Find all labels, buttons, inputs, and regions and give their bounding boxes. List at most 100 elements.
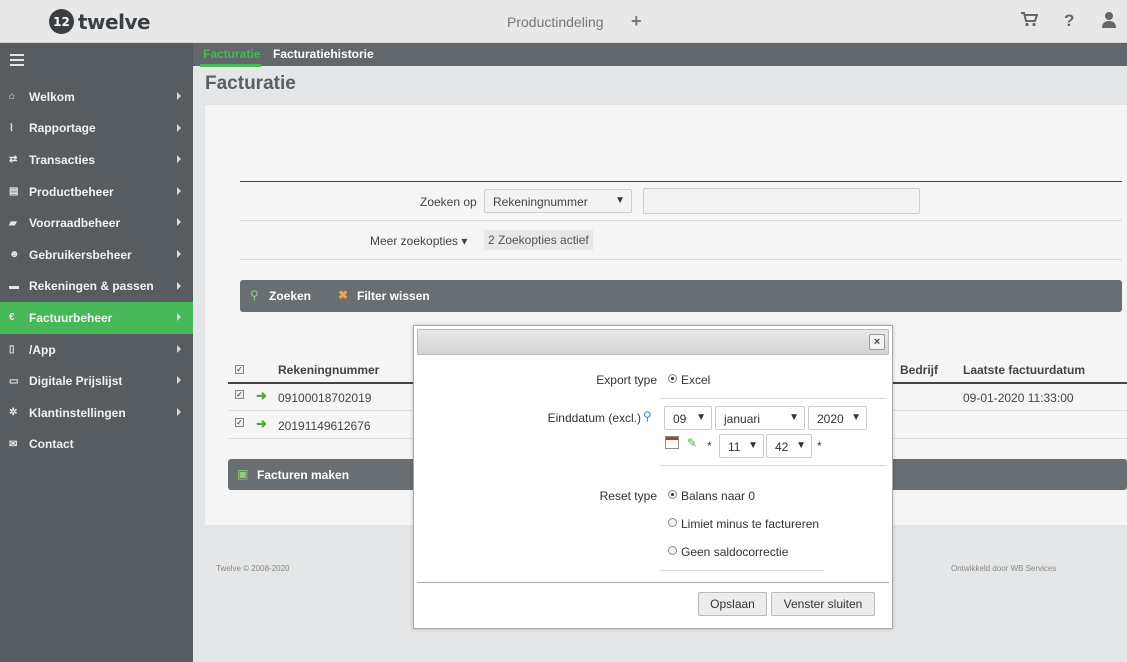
sidebar-item-voorraadbeheer[interactable]: ▰ Voorraadbeheer [0,207,193,239]
divider [660,570,824,571]
edit-icon[interactable]: ✎ [687,436,697,450]
sidebar-item-contact[interactable]: ✉ Contact [0,429,193,461]
chevron-down-icon: ▼ [796,440,806,451]
chevron-right-icon [177,376,181,385]
chevron-down-icon: ▼ [696,412,706,423]
chevron-down-icon: ▼ [789,412,799,423]
sidebar-item-factuurbeheer[interactable]: € Factuurbeheer [0,302,193,334]
sidebar-item-digitale-prijslijst[interactable]: ▭ Digitale Prijslijst [0,365,193,397]
truck-icon: ▰ [9,217,17,229]
column-header-last-invoice[interactable]: Laatste factuurdatum [963,363,1085,377]
search-field-value: Rekeningnummer [493,195,588,209]
active-filters-badge: 2 Zoekopties actief [484,230,593,250]
close-dialog-button[interactable]: Venster sluiten [771,592,875,616]
sidebar-item-label: Rapportage [29,121,96,136]
sidebar-item-label: Factuurbeheer [29,310,113,325]
save-button[interactable]: Opslaan [698,592,767,616]
select-all-checkbox[interactable]: ✓ [235,365,244,374]
search-input[interactable] [643,188,920,214]
page-title: Facturatie [205,73,296,94]
table-cell-account: 09100018702019 [278,391,372,405]
sidebar-item-label: Voorraadbeheer [29,216,121,231]
row-checkbox[interactable]: ✓ [235,418,244,427]
row-checkbox[interactable]: ✓ [235,390,244,399]
sidebar-item-welkom[interactable]: ⌂ Welkom [0,81,193,113]
end-date-label: Einddatum (excl.) [547,411,641,425]
reset-balance-radio[interactable] [668,490,677,499]
dialog-titlebar[interactable]: × [417,329,889,355]
sidebar-item-klantinstellingen[interactable]: ✲ Klantinstellingen [0,397,193,429]
reset-option-label: Balans naar 0 [681,489,756,503]
search-action-bar: ⚲ Zoeken ✖ Filter wissen [240,280,1122,312]
footer-credit[interactable]: Ontwikkeld door WB Services [951,564,1056,573]
sidebar-item-productbeheer[interactable]: ▤ Productbeheer [0,176,193,208]
active-tab-indicator [200,64,261,67]
add-icon[interactable]: + [631,11,642,32]
help-icon[interactable]: ? [1064,11,1074,31]
user-icon[interactable] [1101,11,1117,33]
sidebar-item-rekeningen[interactable]: ▬ Rekeningen & passen [0,271,193,303]
chevron-right-icon [177,218,181,227]
sidebar-item-transacties[interactable]: ⇄ Transacties [0,144,193,176]
top-title[interactable]: Productindeling [507,14,604,30]
clear-filter-button[interactable]: Filter wissen [357,289,430,303]
reset-limit-radio[interactable] [668,518,677,527]
hour-value: 11 [728,440,741,454]
table-cell-last-invoice: 09-01-2020 11:33:00 [963,391,1074,405]
search-by-label: Zoeken op [420,195,477,209]
required-mark: * [817,439,822,453]
cogs-icon: ✲ [9,407,18,419]
menu-icon[interactable] [10,54,24,69]
sidebar-item-app[interactable]: ▯ /App [0,334,193,366]
column-header-account[interactable]: Rekeningnummer [278,363,379,377]
info-icon[interactable]: ⚲ [643,409,652,423]
sidebar-item-label: Rekeningen & passen [29,279,154,294]
search-button[interactable]: Zoeken [269,289,311,303]
tab-facturatiehistorie[interactable]: Facturatiehistorie [273,47,374,61]
day-select[interactable]: 09 ▼ [664,406,712,430]
tablet-icon: ▯ [9,344,15,356]
sidebar-item-gebruikersbeheer[interactable]: ☻ Gebruikersbeheer [0,239,193,271]
cart-icon[interactable] [1020,11,1039,32]
sidebar: ⌂ Welkom ⌇ Rapportage ⇄ Transacties ▤ Produc… [0,43,193,662]
arrow-right-icon[interactable]: ➜ [256,388,267,404]
reset-option-label: Limiet minus te factureren [681,517,820,531]
sidebar-item-label: Transacties [29,152,96,167]
sidebar-item-label: /App [29,342,56,357]
table-cell-account: 20191149612676 [278,419,371,433]
search-field-select[interactable]: Rekeningnummer ▼ [484,189,632,213]
chevron-down-icon: ▼ [615,195,625,206]
minute-select[interactable]: 42 ▼ [766,434,812,458]
reset-none-radio[interactable] [668,546,677,555]
arrow-right-icon[interactable]: ➜ [256,416,267,432]
sidebar-item-label: Contact [29,437,74,452]
top-bar: 12 twelve Productindeling + ? [0,0,1127,43]
chart-icon: ⌇ [9,122,14,134]
export-excel-label: Excel [681,373,711,387]
sub-tabs: Facturatie Facturatiehistorie [193,43,1127,66]
chevron-down-icon: ▼ [851,412,861,423]
export-dialog: × Export type Excel Einddatum (excl.) ⚲ … [413,325,893,629]
column-header-company[interactable]: Bedrijf [900,363,938,377]
make-invoices-button[interactable]: Facturen maken [257,468,349,482]
year-select[interactable]: 2020 ▼ [808,406,867,430]
sidebar-item-label: Klantinstellingen [29,405,126,420]
divider [240,181,1122,182]
export-excel-radio[interactable] [668,374,677,383]
close-icon[interactable]: × [869,334,885,350]
footer-copyright: Twelve © 2008-2020 [216,564,290,573]
reset-option-label: Geen saldocorrectie [681,545,789,559]
calendar-icon[interactable] [665,436,679,449]
chevron-right-icon [177,249,181,258]
logo[interactable]: 12 twelve [49,9,151,34]
home-icon: ⌂ [9,91,16,103]
excel-icon: ▣ [237,467,249,481]
more-search-options[interactable]: Meer zoekopties ▾ [370,234,467,248]
chevron-right-icon [177,281,181,290]
tab-facturatie[interactable]: Facturatie [203,47,260,61]
month-select[interactable]: januari ▼ [715,406,805,430]
sidebar-item-label: Digitale Prijslijst [29,374,123,389]
hour-select[interactable]: 11 ▼ [719,434,764,458]
logo-mark: 12 [49,9,74,34]
sidebar-item-rapportage[interactable]: ⌇ Rapportage [0,113,193,145]
